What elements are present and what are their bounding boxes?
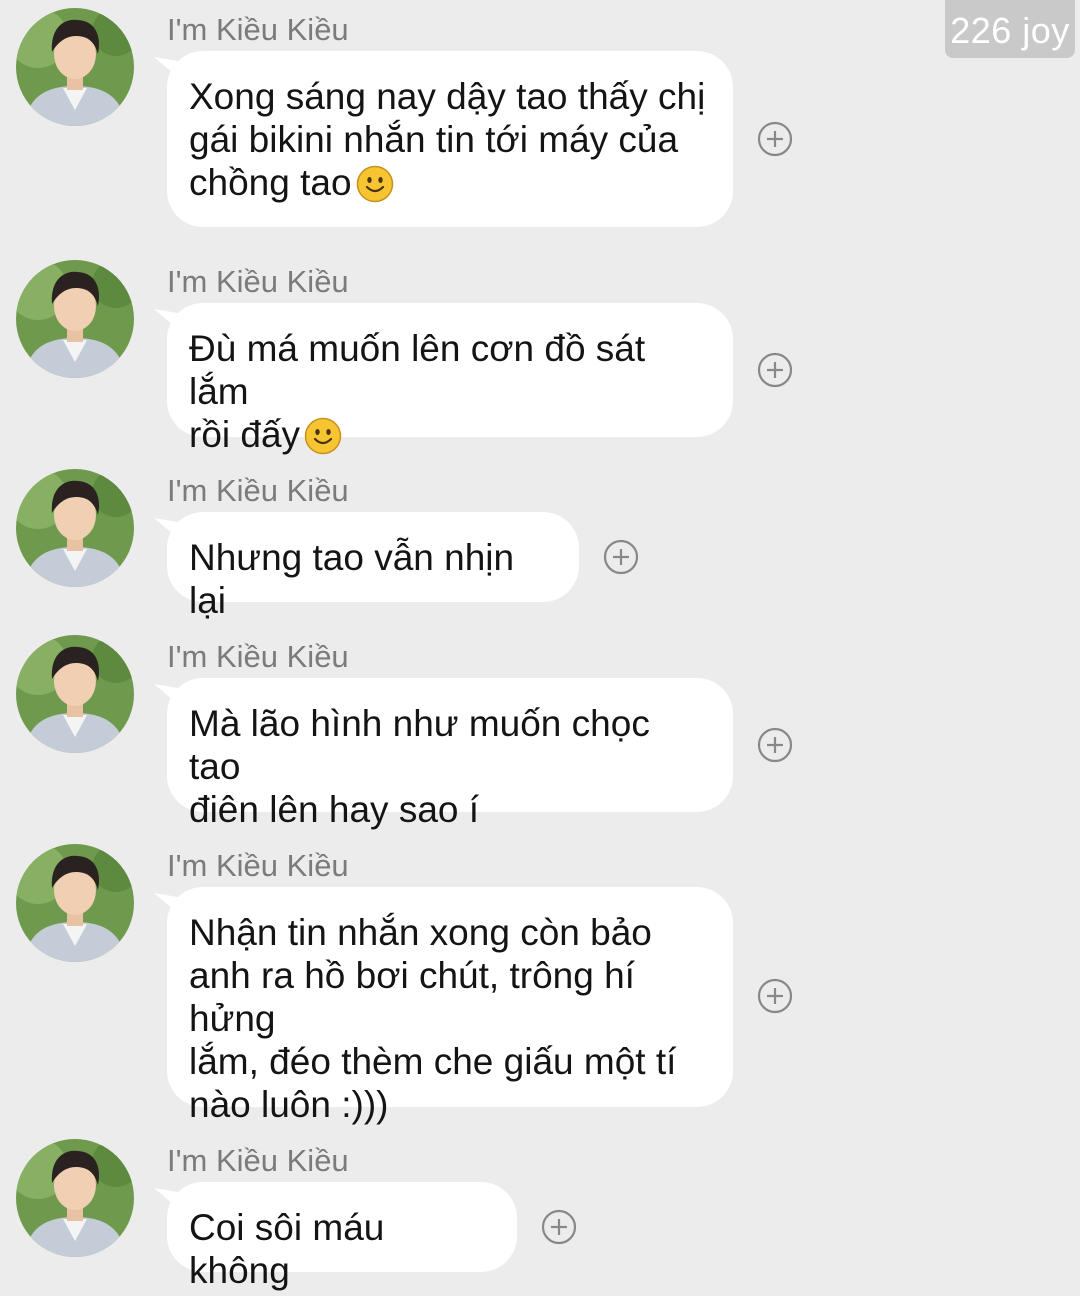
- message-bubble[interactable]: Đù má muốn lên cơn đồ sát lắm rồi đấy: [167, 303, 733, 455]
- message-row: I'm Kiều Kiều Nhận tin nhắn xong còn bảo…: [0, 844, 1080, 1125]
- add-reaction-icon: [757, 978, 793, 1014]
- message-text: Mà lão hình như muốn chọc tao điên lên h…: [189, 703, 650, 830]
- message-bubble[interactable]: Xong sáng nay dậy tao thấy chị gái bikin…: [167, 51, 733, 227]
- add-reaction-button[interactable]: [757, 978, 793, 1014]
- message-row: I'm Kiều Kiều Coi sôi máu không: [0, 1139, 1080, 1291]
- message-bubble[interactable]: Nhưng tao vẫn nhịn lại: [167, 512, 579, 621]
- profile-photo-icon: [16, 1139, 134, 1257]
- add-reaction-icon: [541, 1209, 577, 1245]
- sender-name: I'm Kiều Kiều: [167, 848, 349, 883]
- slightly-smiling-face-icon: [304, 417, 342, 464]
- avatar[interactable]: [16, 260, 134, 378]
- profile-photo-icon: [16, 844, 134, 962]
- add-reaction-icon: [603, 539, 639, 575]
- message-text: Coi sôi máu không: [189, 1207, 385, 1291]
- message-text: Nhận tin nhắn xong còn bảo anh ra hồ bơi…: [189, 912, 677, 1125]
- avatar[interactable]: [16, 635, 134, 753]
- profile-photo-icon: [16, 8, 134, 126]
- message-text: Nhưng tao vẫn nhịn lại: [189, 537, 515, 621]
- message-bubble[interactable]: Coi sôi máu không: [167, 1182, 517, 1291]
- message-row: I'm Kiều Kiều Mà lão hình như muốn chọc …: [0, 635, 1080, 830]
- add-reaction-icon: [757, 727, 793, 763]
- avatar[interactable]: [16, 8, 134, 126]
- add-reaction-icon: [757, 121, 793, 157]
- message-text: Đù má muốn lên cơn đồ sát lắm rồi đấy: [189, 328, 646, 455]
- add-reaction-button[interactable]: [757, 352, 793, 388]
- sender-name: I'm Kiều Kiều: [167, 1143, 349, 1178]
- sender-name: I'm Kiều Kiều: [167, 264, 349, 299]
- add-reaction-icon: [757, 352, 793, 388]
- slightly-smiling-face-icon: [356, 165, 394, 212]
- message-text: Xong sáng nay dậy tao thấy chị gái bikin…: [189, 76, 706, 203]
- add-reaction-button[interactable]: [541, 1209, 577, 1245]
- avatar[interactable]: [16, 469, 134, 587]
- message-bubble[interactable]: Nhận tin nhắn xong còn bảo anh ra hồ bơi…: [167, 887, 733, 1125]
- message-row: I'm Kiều Kiều Đù má muốn lên cơn đồ sát …: [0, 260, 1080, 455]
- profile-photo-icon: [16, 469, 134, 587]
- add-reaction-button[interactable]: [757, 121, 793, 157]
- sender-name: I'm Kiều Kiều: [167, 473, 349, 508]
- add-reaction-button[interactable]: [757, 727, 793, 763]
- avatar[interactable]: [16, 1139, 134, 1257]
- add-reaction-button[interactable]: [603, 539, 639, 575]
- message-bubble[interactable]: Mà lão hình như muốn chọc tao điên lên h…: [167, 678, 733, 830]
- profile-photo-icon: [16, 635, 134, 753]
- avatar[interactable]: [16, 844, 134, 962]
- message-row: I'm Kiều Kiều Xong sáng nay dậy tao thấy…: [0, 8, 1080, 230]
- sender-name: I'm Kiều Kiều: [167, 12, 349, 47]
- message-row: I'm Kiều Kiều Nhưng tao vẫn nhịn lại: [0, 469, 1080, 621]
- profile-photo-icon: [16, 260, 134, 378]
- sender-name: I'm Kiều Kiều: [167, 639, 349, 674]
